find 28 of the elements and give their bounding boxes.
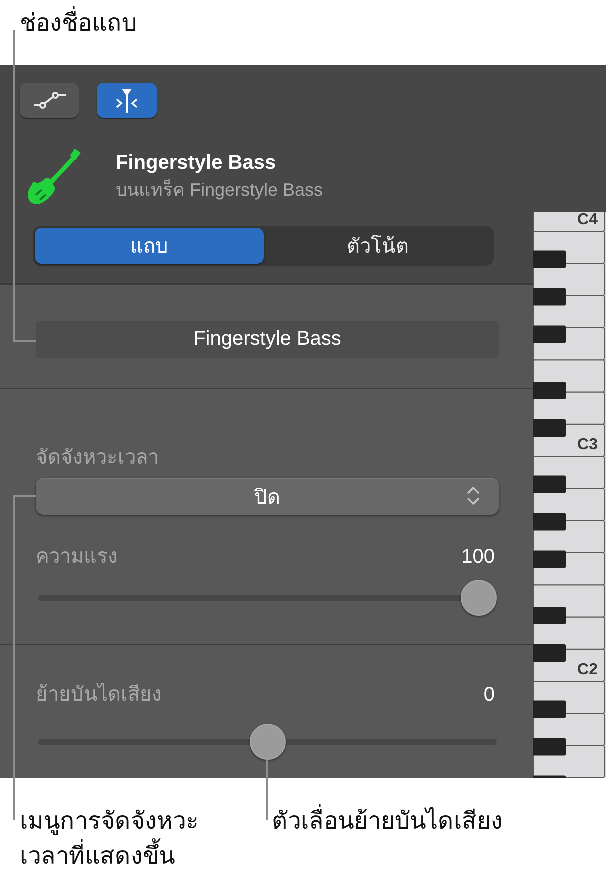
slider-track[interactable] <box>38 580 497 616</box>
chevron-up-down-icon <box>467 486 480 506</box>
leader-line <box>266 760 268 820</box>
slider-thumb[interactable] <box>461 580 497 616</box>
track-subtitle: บนแทร็ค Fingerstyle Bass <box>116 178 324 202</box>
octave-label: C2 <box>578 662 598 678</box>
view-tab[interactable]: ตัวโน้ต <box>264 228 492 264</box>
slider-track[interactable] <box>38 724 497 760</box>
slider-thumb[interactable] <box>250 724 286 760</box>
quantize-dropdown[interactable]: ปิด <box>36 478 499 515</box>
slider-label: ย้ายบันไดเสียง <box>36 682 162 708</box>
slider-value: 0 <box>484 683 495 708</box>
quantize-label: จัดจังหวะเวลา <box>36 446 159 471</box>
callout-text: ตัวเลื่อนย้ายบันไดเสียง <box>272 804 503 839</box>
pin-arrows-icon <box>115 88 139 112</box>
octave-label: C3 <box>578 436 598 454</box>
toolbar-button[interactable] <box>97 83 157 118</box>
region-name-field[interactable]: Fingerstyle Bass <box>36 321 499 358</box>
callout-text: ช่องชื่อแถบ <box>20 6 137 41</box>
view-tab[interactable]: แถบ <box>35 228 264 264</box>
slider-value: 100 <box>462 545 495 570</box>
octave-label: C4 <box>578 212 598 228</box>
bass-guitar-icon <box>25 148 81 206</box>
callout-text: เมนูการจัดจังหวะ เวลาที่แสดงขึ้น <box>20 807 199 872</box>
toolbar-button[interactable] <box>20 83 79 118</box>
slider-label: ความแรง <box>36 545 118 570</box>
node-curve-icon <box>34 92 66 109</box>
track-name: Fingerstyle Bass <box>116 151 278 176</box>
